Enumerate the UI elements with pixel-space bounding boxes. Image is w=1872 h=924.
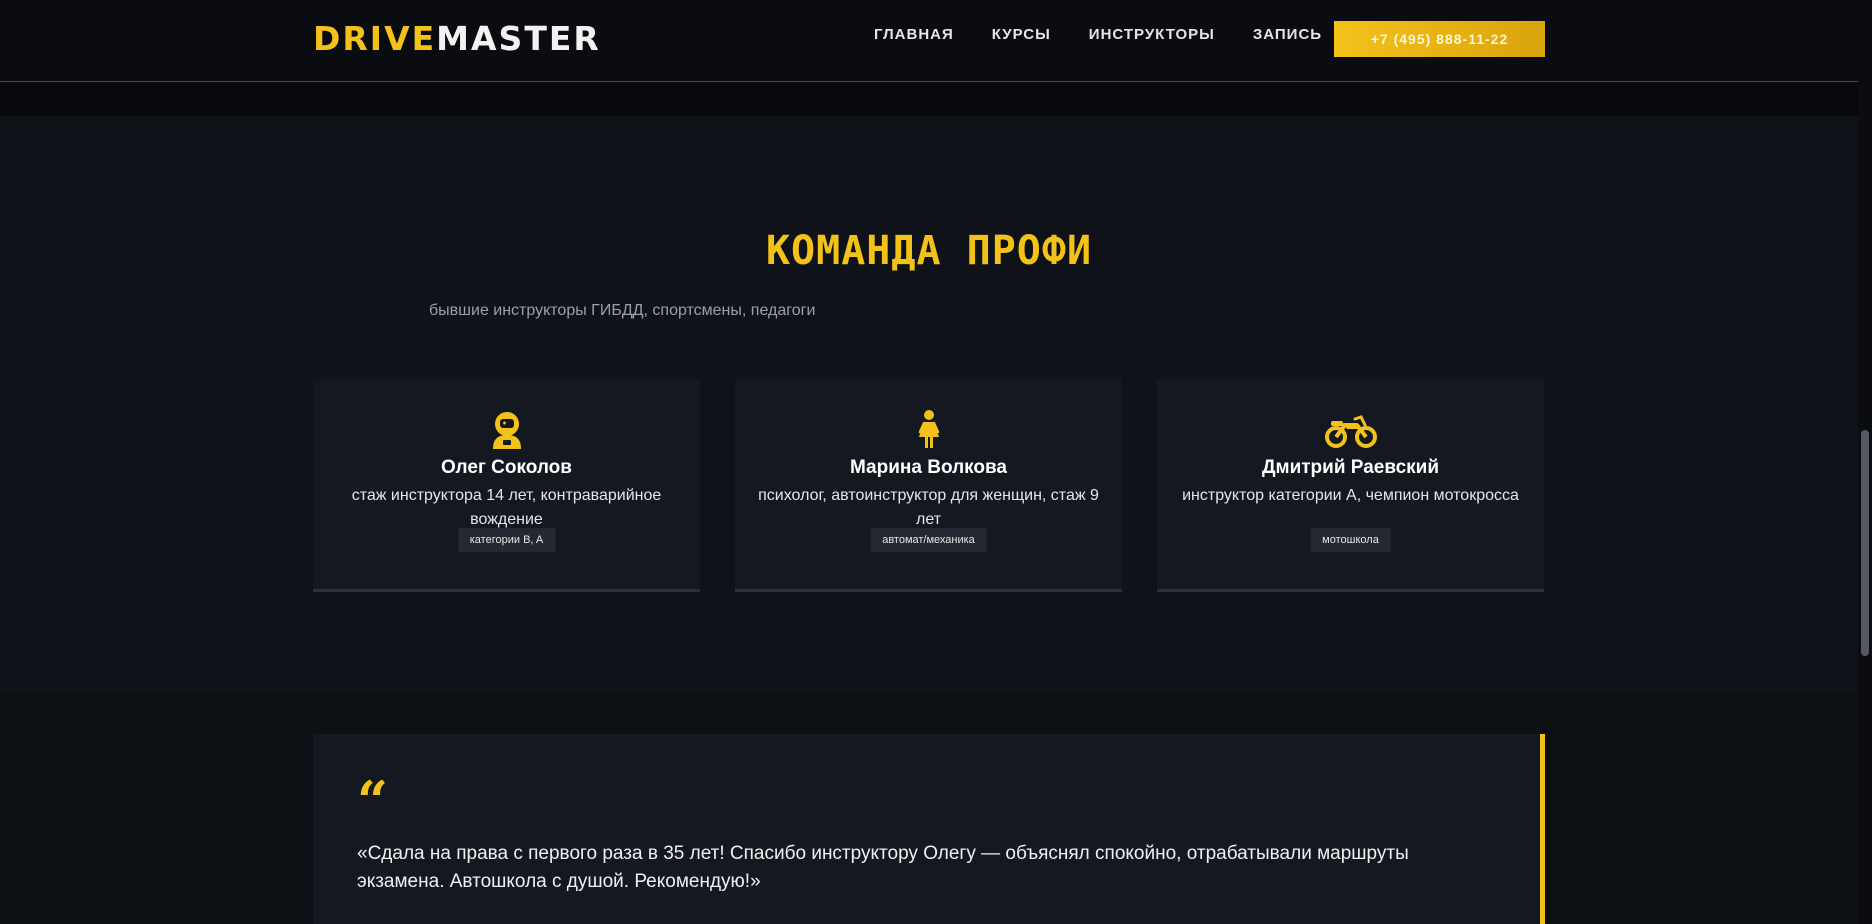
- instructor-name: Дмитрий Раевский: [1261, 457, 1440, 478]
- motorcycle-icon: [1157, 409, 1544, 449]
- phone-button[interactable]: +7 (495) 888-11-22: [1334, 21, 1545, 57]
- astronaut-icon: [313, 409, 700, 449]
- instructor-desc: психолог, автоинструктор для женщин, ста…: [758, 487, 1099, 528]
- quote-icon: “: [357, 769, 389, 833]
- nav-home[interactable]: ГЛАВНАЯ: [874, 26, 954, 43]
- testimonial-text: «Сдала на права с первого раза в 35 лет!…: [357, 843, 1409, 892]
- logo[interactable]: DRIVEMASTER: [313, 22, 601, 55]
- instructor-name: Марина Волкова: [849, 457, 1008, 478]
- woman-icon: [735, 409, 1122, 449]
- site-header: DRIVEMASTER ГЛАВНАЯ КУРСЫ ИНСТРУКТОРЫ ЗА…: [0, 0, 1858, 82]
- instructor-tag: автомат/механика: [870, 528, 987, 552]
- main-nav: ГЛАВНАЯ КУРСЫ ИНСТРУКТОРЫ ЗАПИСЬ: [874, 26, 1322, 43]
- instructor-card-sokolov[interactable]: Олег Соколов стаж инструктора 14 лет, ко…: [313, 379, 700, 592]
- team-title: КОМАНДА ПРОФИ: [765, 228, 1093, 274]
- nav-instructors[interactable]: ИНСТРУКТОРЫ: [1089, 26, 1215, 43]
- nav-courses[interactable]: КУРСЫ: [992, 26, 1051, 43]
- instructor-desc: инструктор категории А, чемпион мотокрос…: [1182, 487, 1519, 504]
- page-scrollbar[interactable]: [1858, 0, 1872, 924]
- instructor-tag: мотошкола: [1310, 528, 1391, 552]
- instructor-card-raevsky[interactable]: Дмитрий Раевский инструктор категории А,…: [1157, 379, 1544, 592]
- instructor-name: Олег Соколов: [441, 457, 572, 478]
- instructor-card-volkova[interactable]: Марина Волкова психолог, автоинструктор …: [735, 379, 1122, 592]
- scrollbar-thumb[interactable]: [1861, 430, 1869, 656]
- team-subtitle: бывшие инструкторы ГИБДД, спортсмены, пе…: [429, 302, 816, 319]
- logo-drive: DRIVE: [313, 19, 437, 58]
- page: DRIVEMASTER ГЛАВНАЯ КУРСЫ ИНСТРУКТОРЫ ЗА…: [0, 0, 1872, 924]
- instructor-desc: стаж инструктора 14 лет, контраварийное …: [351, 487, 662, 528]
- header-band: [0, 83, 1858, 116]
- logo-master: MASTER: [436, 19, 601, 58]
- team-section: КОМАНДА ПРОФИ бывшие инструкторы ГИБДД, …: [0, 116, 1858, 694]
- instructor-tag: категории B, A: [457, 528, 556, 552]
- testimonial-card: “ «Сдала на права с первого раза в 35 ле…: [313, 734, 1545, 924]
- nav-signup[interactable]: ЗАПИСЬ: [1253, 26, 1322, 43]
